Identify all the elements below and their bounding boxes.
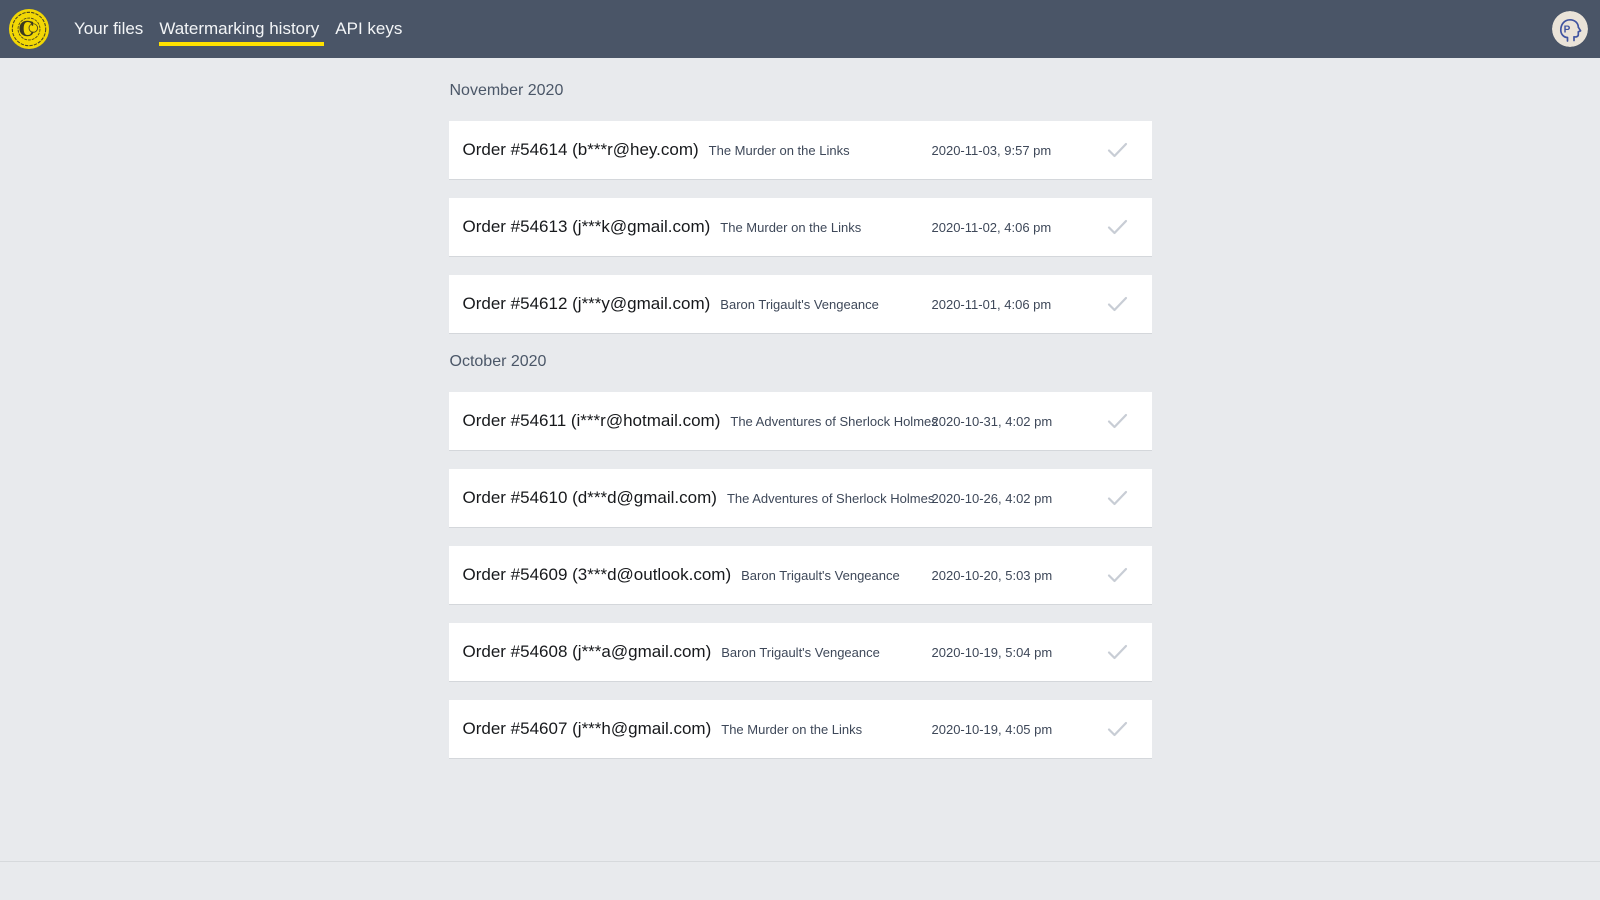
order-label: Order #54612 (j***y@gmail.com) <box>463 294 711 314</box>
delivered-check-icon <box>1107 296 1128 313</box>
timestamp: 2020-10-31, 4:02 pm <box>932 414 1053 429</box>
history-list: November 2020 Order #54614 (b***r@hey.co… <box>449 81 1152 759</box>
timestamp: 2020-11-03, 9:57 pm <box>932 143 1052 158</box>
timestamp: 2020-10-26, 4:02 pm <box>932 491 1053 506</box>
nav-item-watermarking-history[interactable]: Watermarking history <box>159 19 319 39</box>
avatar-letter: P <box>1564 25 1571 36</box>
book-title: Baron Trigault's Vengeance <box>720 297 879 312</box>
delivered-check-icon <box>1107 219 1128 236</box>
timestamp: 2020-10-19, 5:04 pm <box>932 645 1053 660</box>
main-nav: Your files Watermarking history API keys <box>74 0 418 58</box>
delivered-check-icon <box>1107 721 1128 738</box>
top-nav-bar: C Your files Watermarking history API ke… <box>0 0 1600 58</box>
order-label: Order #54610 (d***d@gmail.com) <box>463 488 717 508</box>
watermark-row[interactable]: Order #54608 (j***a@gmail.com) Baron Tri… <box>449 623 1152 682</box>
timestamp: 2020-11-02, 4:06 pm <box>932 220 1052 235</box>
watermark-row[interactable]: Order #54612 (j***y@gmail.com) Baron Tri… <box>449 275 1152 334</box>
nav-item-api-keys[interactable]: API keys <box>335 19 402 39</box>
book-title: Baron Trigault's Vengeance <box>741 568 900 583</box>
delivered-check-icon <box>1107 490 1128 507</box>
watermark-row[interactable]: Order #54610 (d***d@gmail.com) The Adven… <box>449 469 1152 528</box>
user-avatar[interactable]: P <box>1552 11 1588 47</box>
order-label: Order #54614 (b***r@hey.com) <box>463 140 699 160</box>
delivered-check-icon <box>1107 413 1128 430</box>
month-rows: Order #54614 (b***r@hey.com) The Murder … <box>449 121 1152 334</box>
book-title: The Adventures of Sherlock Holmes <box>730 414 937 429</box>
logo-letter: C <box>19 17 35 41</box>
order-label: Order #54608 (j***a@gmail.com) <box>463 642 712 662</box>
watermark-row[interactable]: Order #54613 (j***k@gmail.com) The Murde… <box>449 198 1152 257</box>
watermark-row[interactable]: Order #54611 (i***r@hotmail.com) The Adv… <box>449 392 1152 451</box>
month-section: November 2020 Order #54614 (b***r@hey.co… <box>449 81 1152 334</box>
month-section: October 2020 Order #54611 (i***r@hotmail… <box>449 352 1152 759</box>
month-rows: Order #54611 (i***r@hotmail.com) The Adv… <box>449 392 1152 759</box>
book-title: The Adventures of Sherlock Holmes <box>727 491 934 506</box>
brand-coin-logo[interactable]: C <box>8 8 50 50</box>
month-label: October 2020 <box>450 352 1152 372</box>
book-title: The Murder on the Links <box>709 143 850 158</box>
month-label: November 2020 <box>450 81 1152 101</box>
order-label: Order #54613 (j***k@gmail.com) <box>463 217 711 237</box>
timestamp: 2020-10-20, 5:03 pm <box>932 568 1053 583</box>
order-label: Order #54607 (j***h@gmail.com) <box>463 719 712 739</box>
book-title: The Murder on the Links <box>721 722 862 737</box>
watermark-row[interactable]: Order #54607 (j***h@gmail.com) The Murde… <box>449 700 1152 759</box>
watermark-row[interactable]: Order #54614 (b***r@hey.com) The Murder … <box>449 121 1152 180</box>
delivered-check-icon <box>1107 567 1128 584</box>
timestamp: 2020-11-01, 4:06 pm <box>932 297 1052 312</box>
order-label: Order #54609 (3***d@outlook.com) <box>463 565 732 585</box>
watermarking-history-page: November 2020 Order #54614 (b***r@hey.co… <box>0 58 1600 759</box>
nav-item-your-files[interactable]: Your files <box>74 19 143 39</box>
delivered-check-icon <box>1107 142 1128 159</box>
book-title: The Murder on the Links <box>720 220 861 235</box>
watermark-row[interactable]: Order #54609 (3***d@outlook.com) Baron T… <box>449 546 1152 605</box>
book-title: Baron Trigault's Vengeance <box>721 645 880 660</box>
delivered-check-icon <box>1107 644 1128 661</box>
timestamp: 2020-10-19, 4:05 pm <box>932 722 1053 737</box>
order-label: Order #54611 (i***r@hotmail.com) <box>463 411 721 431</box>
footer-divider <box>0 861 1600 900</box>
